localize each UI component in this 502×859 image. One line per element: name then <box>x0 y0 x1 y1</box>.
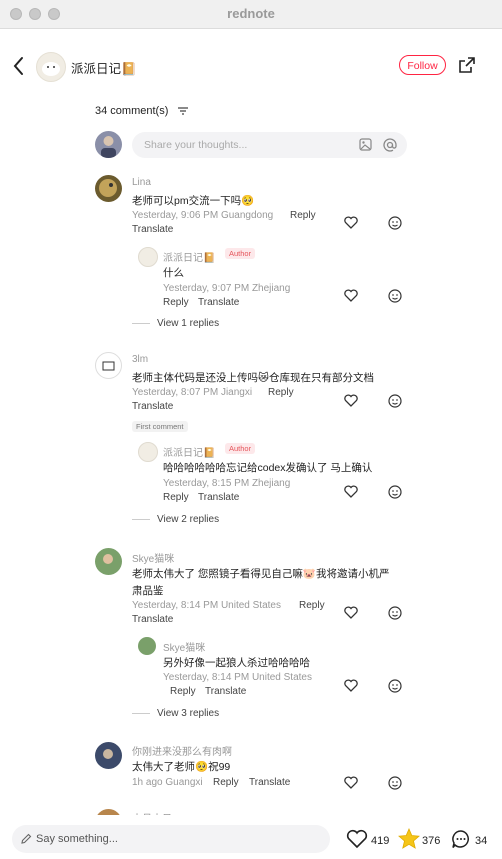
comment-text: 老师主体代码是还没上传吗😿仓库现在只有部分文档 <box>132 372 374 384</box>
commenter-avatar[interactable] <box>95 175 122 202</box>
translate-button[interactable]: Translate <box>205 686 246 697</box>
say-something-input[interactable]: Say something... <box>12 825 330 853</box>
follow-button[interactable]: Follow <box>399 55 446 75</box>
like-heart-icon[interactable] <box>344 485 358 498</box>
divider <box>132 519 150 520</box>
star-collect-icon[interactable] <box>398 828 420 849</box>
comment-bubble-icon[interactable] <box>451 829 471 849</box>
translate-button[interactable]: Translate <box>249 777 290 788</box>
translate-button[interactable]: Translate <box>132 614 173 625</box>
commenter-avatar[interactable] <box>95 742 122 769</box>
commenter-name[interactable]: Lina <box>132 177 151 188</box>
view-replies-link[interactable]: View 1 replies <box>157 318 219 329</box>
author-avatar[interactable] <box>36 52 66 82</box>
emoji-reaction-icon[interactable] <box>388 606 402 620</box>
commenter-name[interactable]: 3lm <box>132 354 148 365</box>
window-titlebar: rednote <box>0 0 502 29</box>
reply-author-name[interactable]: Skye猫咪 <box>163 639 205 654</box>
divider <box>132 713 150 714</box>
comment-meta: 1h ago Guangxi <box>132 777 203 788</box>
translate-button[interactable]: Translate <box>132 224 173 235</box>
commenter-name[interactable]: 你刚进来没那么有肉啊 <box>132 743 232 758</box>
translate-button[interactable]: Translate <box>198 492 239 503</box>
like-heart-icon[interactable] <box>344 289 358 302</box>
comment-text-line1: 老师太伟大了 您照镜子看得见自己嘛🐷我将邀请小机严 <box>132 568 390 580</box>
current-user-avatar <box>95 131 122 158</box>
reply-button[interactable]: Reply <box>213 777 239 788</box>
emoji-reaction-icon[interactable] <box>388 776 402 790</box>
comment-text: 太伟大了老师🥺祝99 <box>132 761 231 773</box>
say-something-placeholder: Say something... <box>36 833 118 845</box>
comment-count-bottom: 34 <box>475 835 488 847</box>
reply-meta: Yesterday, 9:07 PM Zhejiang <box>163 283 291 294</box>
like-heart-icon[interactable] <box>344 776 358 789</box>
divider <box>132 323 150 324</box>
reply-meta: Yesterday, 8:15 PM Zhejiang <box>163 478 291 489</box>
translate-button[interactable]: Translate <box>198 297 239 308</box>
like-heart-icon[interactable] <box>346 829 368 849</box>
reply-button[interactable]: Reply <box>170 686 196 697</box>
view-replies-link[interactable]: View 3 replies <box>157 708 219 719</box>
like-heart-icon[interactable] <box>344 679 358 692</box>
back-arrow-icon[interactable] <box>10 54 28 78</box>
author-name[interactable]: 派派日记📔 <box>71 58 137 77</box>
emoji-reaction-icon[interactable] <box>388 289 402 303</box>
comment-input-placeholder: Share your thoughts... <box>144 139 248 151</box>
like-heart-icon[interactable] <box>344 606 358 619</box>
translate-button[interactable]: Translate <box>132 401 173 412</box>
reply-meta: Yesterday, 8:14 PM United States <box>163 672 312 683</box>
first-comment-badge: First comment <box>132 421 188 432</box>
share-icon[interactable] <box>458 56 476 74</box>
comment-text-line2: 肃品鉴 <box>132 585 164 597</box>
comment-text: 老师可以pm交流一下吗🥺 <box>132 195 255 207</box>
image-icon[interactable] <box>359 138 372 151</box>
comment-meta: Yesterday, 9:06 PM Guangdong <box>132 210 274 221</box>
reply-avatar[interactable] <box>138 442 158 462</box>
reply-button[interactable]: Reply <box>163 492 189 503</box>
reply-button[interactable]: Reply <box>299 600 325 611</box>
emoji-reaction-icon[interactable] <box>388 394 402 408</box>
emoji-reaction-icon[interactable] <box>388 216 402 230</box>
reply-button[interactable]: Reply <box>290 210 316 221</box>
like-heart-icon[interactable] <box>344 216 358 229</box>
comment-meta: Yesterday, 8:14 PM United States <box>132 600 281 611</box>
commenter-avatar[interactable] <box>95 352 122 379</box>
emoji-reaction-icon[interactable] <box>388 485 402 499</box>
note-header: 派派日记📔 Follow <box>0 28 502 104</box>
reply-avatar[interactable] <box>138 637 156 655</box>
window-title: rednote <box>227 6 275 21</box>
bottom-action-bar: Say something... 419 376 34 <box>0 815 502 859</box>
reply-button[interactable]: Reply <box>163 297 189 308</box>
mention-icon[interactable] <box>383 138 397 152</box>
sort-icon[interactable] <box>178 107 188 115</box>
reply-text: 另外好像一起狼人杀过哈哈哈哈 <box>163 657 310 669</box>
reply-author-name[interactable]: 派派日记📔 <box>163 249 215 264</box>
pencil-icon <box>21 833 32 844</box>
author-badge: Author <box>225 443 256 454</box>
reply-button[interactable]: Reply <box>268 387 294 398</box>
emoji-reaction-icon[interactable] <box>388 679 402 693</box>
like-count: 419 <box>371 835 390 847</box>
author-badge: Author <box>225 248 256 259</box>
reply-text: 什么 <box>163 267 184 279</box>
view-replies-link[interactable]: View 2 replies <box>157 514 219 525</box>
comment-meta: Yesterday, 8:07 PM Jiangxi <box>132 387 253 398</box>
comment-count: 34 comment(s) <box>95 105 169 117</box>
reply-author-name[interactable]: 派派日记📔 <box>163 444 215 459</box>
comment-input[interactable]: Share your thoughts... <box>132 132 407 158</box>
reply-avatar[interactable] <box>138 247 158 267</box>
like-heart-icon[interactable] <box>344 394 358 407</box>
commenter-name[interactable]: Skye猫咪 <box>132 550 174 565</box>
commenter-avatar[interactable] <box>95 548 122 575</box>
reply-text: 哈哈哈哈哈哈忘记给codex发确认了 马上确认 <box>163 462 373 474</box>
star-count: 376 <box>422 835 441 847</box>
